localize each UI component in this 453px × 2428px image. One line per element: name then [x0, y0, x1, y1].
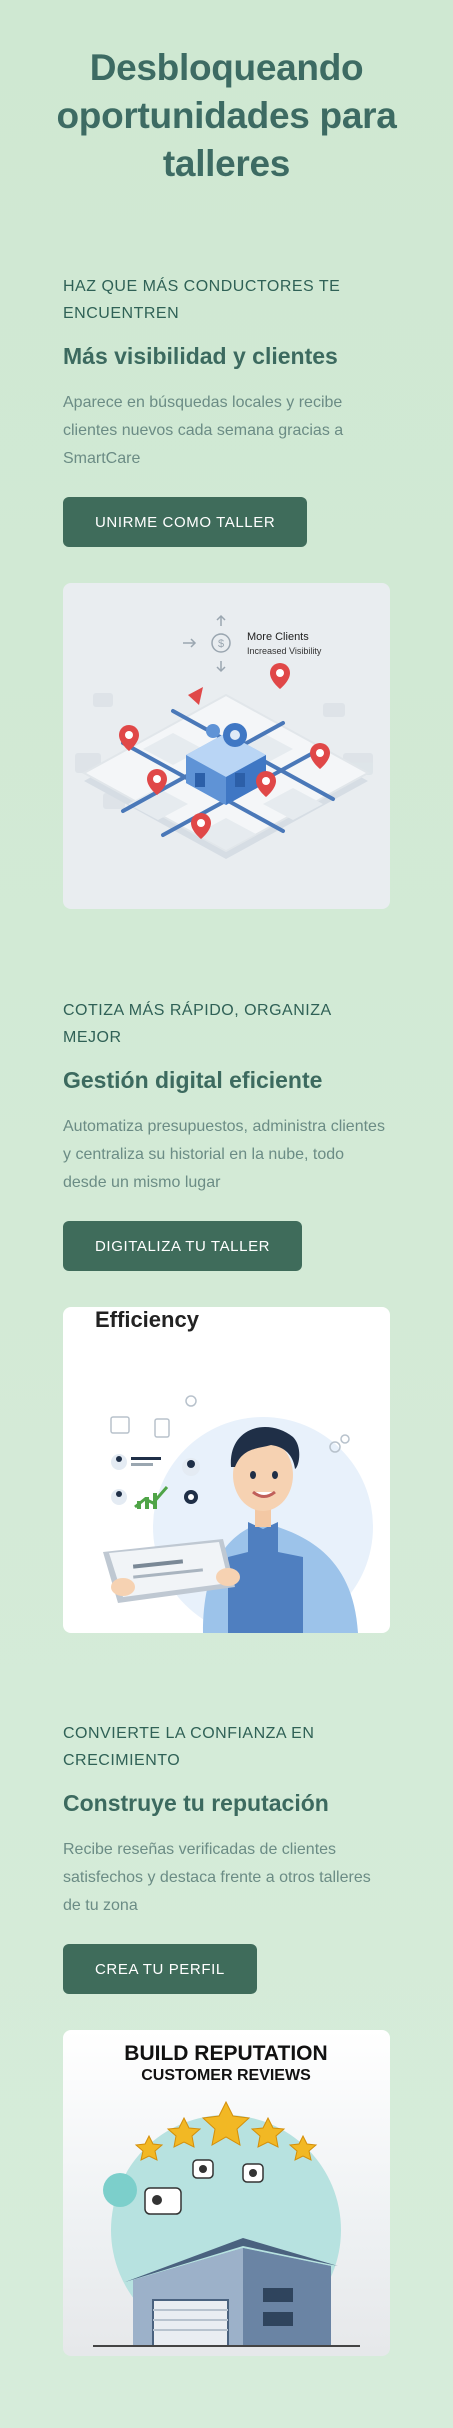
section-eyebrow: HAZ QUE MÁS CONDUCTORES TE ENCUENTREN [63, 278, 341, 322]
section-description: Aparece en búsquedas locales y recibe cl… [63, 394, 344, 467]
visibility-illustration: $ More Clients Increased Visibility [63, 583, 390, 909]
page-title: Desbloqueando oportunidades para tallere… [56, 47, 397, 184]
section-visibility: HAZ QUE MÁS CONDUCTORES TE ENCUENTREN Má… [63, 273, 391, 547]
reputation-illustration: BUILD REPUTATION CUSTOMER REVIEWS [63, 2030, 390, 2356]
efficiency-illustration: Efficiency [63, 1307, 390, 1633]
join-as-workshop-button[interactable]: UNIRME COMO TALLER [63, 497, 308, 547]
section-description: Automatiza presupuestos, administra clie… [63, 1118, 385, 1191]
illustration-title-2: CUSTOMER REVIEWS [141, 2067, 311, 2084]
illustration-caption-2: Increased Visibility [247, 646, 322, 656]
section-eyebrow: CONVIERTE LA CONFIANZA EN CRECIMIENTO [63, 1725, 315, 1769]
section-reputation: CONVIERTE LA CONFIANZA EN CRECIMIENTO Co… [63, 1720, 391, 1994]
section-heading: Construye tu reputación [63, 1790, 329, 1816]
illustration-title: Efficiency [95, 1307, 200, 1332]
mechanic-illustration: Efficiency [95, 1307, 373, 1633]
create-profile-button[interactable]: CREA TU PERFIL [63, 1944, 257, 1994]
reviews-illustration: BUILD REPUTATION CUSTOMER REVIEWS [93, 2042, 360, 2347]
map-illustration: $ More Clients Increased Visibility [75, 614, 373, 859]
section-heading: Más visibilidad y clientes [63, 343, 338, 369]
section-description: Recibe reseñas verificadas de clientes s… [63, 1841, 371, 1914]
illustration-title-1: BUILD REPUTATION [124, 2042, 327, 2065]
landing-page: Desbloqueando oportunidades para tallere… [0, 0, 453, 2428]
illustration-caption-1: More Clients [247, 631, 309, 643]
svg-text:$: $ [218, 638, 224, 650]
section-eyebrow: COTIZA MÁS RÁPIDO, ORGANIZA MEJOR [63, 1002, 331, 1046]
digitalize-workshop-button[interactable]: DIGITALIZA TU TALLER [63, 1221, 303, 1271]
section-heading: Gestión digital eficiente [63, 1067, 323, 1093]
section-digital: COTIZA MÁS RÁPIDO, ORGANIZA MEJOR Gestió… [63, 997, 391, 1271]
